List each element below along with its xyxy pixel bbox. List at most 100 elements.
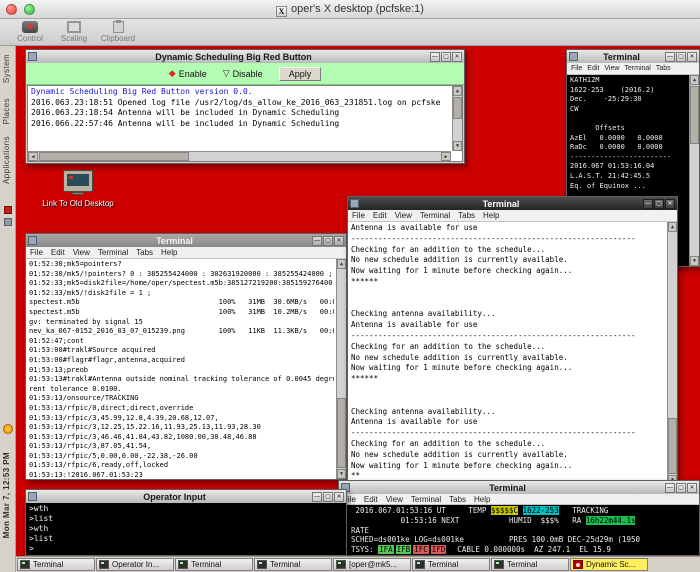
terminal-line <box>351 288 665 299</box>
panel-drawer-applications[interactable]: Applications <box>2 136 11 184</box>
panel-app-icon[interactable] <box>4 206 12 214</box>
taskbar-button-terminal-4[interactable]: Terminal <box>412 558 490 571</box>
close-button[interactable]: ✕ <box>334 492 344 502</box>
titlebar[interactable]: Dynamic Scheduling Big Red Button — ▢ ✕ <box>26 50 464 63</box>
monit-line-rate: RATE <box>351 526 697 536</box>
clipboard-button[interactable]: Clipboard <box>96 21 140 43</box>
menu-item[interactable]: Edit <box>373 211 387 220</box>
scrollbar-thumb[interactable] <box>668 418 677 474</box>
scroll-up-button[interactable]: ▲ <box>337 259 346 269</box>
close-button[interactable]: ✕ <box>665 199 675 209</box>
window-menu-icon[interactable] <box>28 236 37 245</box>
panel-app-icon-2[interactable] <box>4 218 12 226</box>
window-menu-icon[interactable] <box>28 52 37 61</box>
minimize-button[interactable]: — <box>665 52 675 62</box>
desktop-shortcut-old-desktop[interactable]: Link To Old Desktop <box>30 170 126 208</box>
menu-item[interactable]: File <box>571 65 582 72</box>
scrollbar-thumb[interactable] <box>690 86 699 144</box>
titlebar[interactable]: Operator Input — ▢ ✕ <box>26 490 346 503</box>
menu-item[interactable]: Tabs <box>136 248 153 257</box>
panel-drawer-places[interactable]: Places <box>2 98 11 124</box>
menu-item[interactable]: Terminal <box>624 65 650 72</box>
window-menu-icon[interactable] <box>350 199 359 208</box>
taskbar-button-dynamic-scheduling[interactable]: Dynamic Sc... <box>570 558 648 571</box>
apply-button[interactable]: Apply <box>279 67 322 81</box>
minimize-button[interactable]: — <box>665 483 675 493</box>
taskbar-button-terminal-1[interactable]: Terminal <box>17 558 95 571</box>
menu-item[interactable]: File <box>30 248 43 257</box>
menu-item[interactable]: Edit <box>364 495 378 504</box>
menu-item[interactable]: View <box>395 211 412 220</box>
scroll-down-button[interactable]: ▼ <box>453 141 462 151</box>
menu-item[interactable]: View <box>73 248 90 257</box>
menu-item[interactable]: Edit <box>51 248 65 257</box>
titlebar[interactable]: Terminal — ▢ ✕ <box>348 197 677 210</box>
scroll-down-button[interactable]: ▼ <box>690 256 699 266</box>
menu-item[interactable]: Tabs <box>449 495 466 504</box>
maximize-button[interactable]: ▢ <box>323 492 333 502</box>
window-menu-icon[interactable] <box>28 492 37 501</box>
menu-item[interactable]: Tabs <box>656 65 671 72</box>
vertical-scrollbar[interactable]: ▲ ▼ <box>452 86 462 151</box>
menu-item[interactable]: Help <box>161 248 177 257</box>
scaling-button[interactable]: Scaling <box>52 21 96 43</box>
menu-item[interactable]: View <box>386 495 403 504</box>
menu-item[interactable]: Help <box>474 495 490 504</box>
minimize-button[interactable]: — <box>312 236 322 246</box>
maximize-button[interactable]: ▢ <box>676 483 686 493</box>
close-button[interactable]: ✕ <box>452 52 462 62</box>
titlebar[interactable]: Terminal — ▢ ✕ <box>339 481 699 494</box>
window-title: Terminal <box>361 199 641 209</box>
scroll-up-button[interactable]: ▲ <box>668 222 677 232</box>
vertical-scrollbar[interactable]: ▲ ▼ <box>336 259 346 479</box>
menu-item[interactable]: Help <box>483 211 499 220</box>
operator-input-area[interactable]: >wth>list>wth>list> <box>26 503 346 555</box>
taskbar-button-operator-input[interactable]: Operator In... <box>96 558 174 571</box>
taskbar-button-terminal-3[interactable]: Terminal <box>254 558 332 571</box>
scroll-left-button[interactable]: ◀ <box>28 152 38 161</box>
scrollbar-thumb[interactable] <box>453 97 462 119</box>
clock[interactable]: Mon Mar 7, 12:53 PM <box>2 452 11 538</box>
scrollbar-thumb[interactable] <box>39 152 189 161</box>
terminal-output[interactable]: Antenna is available for use------------… <box>348 222 677 485</box>
menu-item[interactable]: Terminal <box>420 211 450 220</box>
menu-item[interactable]: File <box>352 211 365 220</box>
notification-icon[interactable] <box>3 424 13 434</box>
titlebar[interactable]: Terminal — ▢ ✕ <box>567 50 699 63</box>
taskbar-button-terminal-5[interactable]: Terminal <box>491 558 569 571</box>
disable-option[interactable]: ▽ Disable <box>223 68 263 79</box>
taskbar-button-terminal-2[interactable]: Terminal <box>175 558 253 571</box>
control-button[interactable]: Control <box>8 21 52 43</box>
menu-item[interactable]: Terminal <box>98 248 128 257</box>
maximize-button[interactable]: ▢ <box>441 52 451 62</box>
panel-drawer-system[interactable]: System <box>2 54 11 83</box>
scroll-right-button[interactable]: ▶ <box>441 152 451 161</box>
terminal-output[interactable]: 01:52:30;mk5=pointers?01:52:30/mk5/!poin… <box>26 259 346 479</box>
enable-option[interactable]: ◆ Enable <box>169 68 207 79</box>
scrollbar-thumb[interactable] <box>337 398 346 468</box>
window-menu-icon[interactable] <box>569 52 578 61</box>
horizontal-scrollbar[interactable]: ◀ ▶ <box>28 151 451 161</box>
titlebar[interactable]: Terminal — ▢ ✕ <box>26 234 346 247</box>
maximize-button[interactable]: ▢ <box>654 199 664 209</box>
close-button[interactable]: ✕ <box>687 52 697 62</box>
maximize-button[interactable]: ▢ <box>323 236 333 246</box>
taskbar-button-ssh-mk5[interactable]: [oper@mk5... <box>333 558 411 571</box>
scroll-down-button[interactable]: ▼ <box>337 469 346 479</box>
close-button[interactable]: ✕ <box>687 483 697 493</box>
terminal-output[interactable]: 2016.067.01:53:16 UT TEMP $$$$$C 1622-25… <box>339 505 699 555</box>
menu-item[interactable]: Edit <box>587 65 599 72</box>
scroll-up-button[interactable]: ▲ <box>453 86 462 96</box>
menu-item[interactable]: Tabs <box>458 211 475 220</box>
minimize-button[interactable]: — <box>312 492 322 502</box>
vertical-scrollbar[interactable]: ▲ ▼ <box>689 75 699 266</box>
maximize-button[interactable]: ▢ <box>676 52 686 62</box>
vertical-scrollbar[interactable]: ▲ ▼ <box>667 222 677 485</box>
menu-item[interactable]: Terminal <box>411 495 441 504</box>
window-terminal-scheduler: Terminal — ▢ ✕ File Edit View Terminal Tabs H… <box>347 196 678 486</box>
menu-item[interactable]: View <box>604 65 619 72</box>
close-button[interactable]: ✕ <box>334 236 344 246</box>
minimize-button[interactable]: — <box>643 199 653 209</box>
scroll-up-button[interactable]: ▲ <box>690 75 699 85</box>
minimize-button[interactable]: — <box>430 52 440 62</box>
